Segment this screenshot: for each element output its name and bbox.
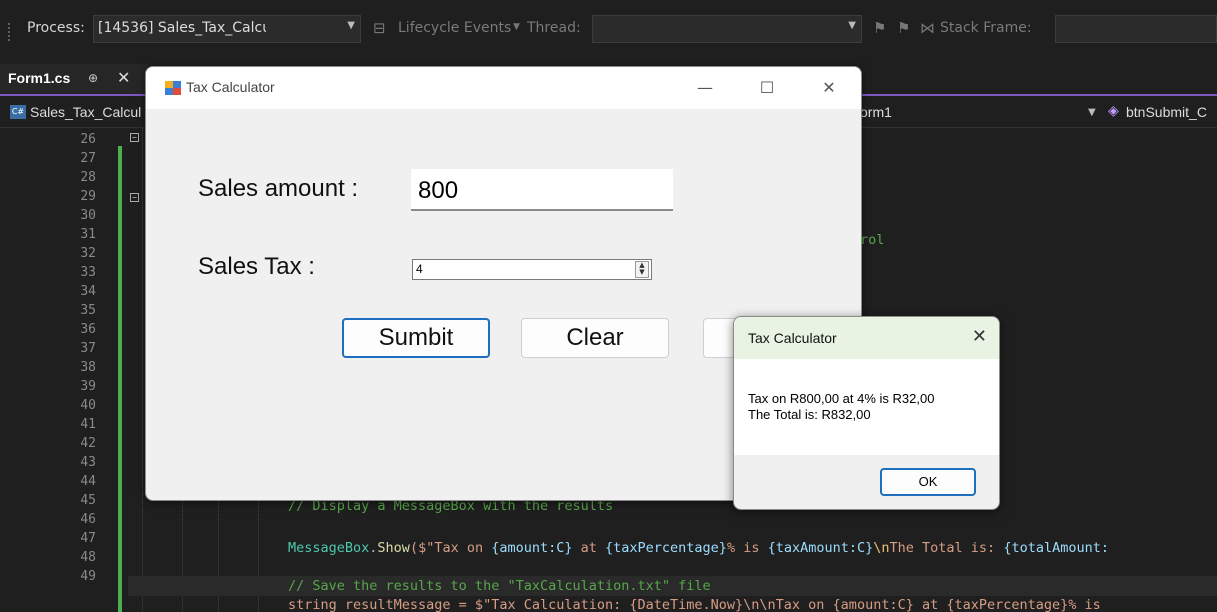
close-icon[interactable]: ✕: [117, 68, 130, 87]
dialog-titlebar[interactable]: Tax Calculator ✕: [734, 317, 999, 359]
sales-amount-input[interactable]: 800: [411, 169, 673, 211]
line-number: 44: [80, 474, 96, 489]
code-token: {totalAmount:: [1003, 540, 1109, 556]
thread-label: Thread:: [527, 20, 581, 36]
code-fragment: rol: [860, 232, 885, 248]
pin-icon[interactable]: ⊕: [88, 71, 98, 85]
line-number: 47: [80, 531, 96, 546]
line-number: 40: [80, 398, 96, 413]
csharp-icon: C#: [10, 105, 26, 119]
line-number: 36: [80, 322, 96, 337]
line-number: 37: [80, 341, 96, 356]
code-token: {amount:C}: [491, 540, 573, 556]
sales-amount-label: Sales amount :: [198, 175, 359, 202]
line-number: 31: [80, 227, 96, 242]
sales-tax-label: Sales Tax :: [198, 253, 315, 280]
app-icon: [165, 81, 181, 95]
code-token: MessageBox: [288, 540, 370, 556]
code-token: {taxAmount:C}: [767, 540, 874, 556]
stack-icon[interactable]: ⋈: [920, 19, 935, 37]
line-number: 33: [80, 265, 96, 280]
line-number: 32: [80, 246, 96, 261]
window-title: Tax Calculator: [186, 79, 275, 95]
toolbar-grip[interactable]: [7, 22, 11, 42]
fold-toggle[interactable]: −: [130, 193, 139, 202]
flag-icon[interactable]: ⚑: [873, 19, 886, 37]
code-token: at: [572, 540, 606, 556]
debug-toolbar: Process: [14536] Sales_Tax_Calculation_F…: [0, 0, 1217, 64]
line-number: 45: [80, 493, 96, 508]
maximize-button[interactable]: ☐: [752, 75, 782, 101]
minimize-button[interactable]: —: [690, 75, 720, 101]
project-dropdown[interactable]: Sales_Tax_Calcul: [30, 104, 141, 120]
code-token: The Total is:: [889, 540, 1004, 556]
line-number: 35: [80, 303, 96, 318]
dialog-title: Tax Calculator: [748, 330, 837, 346]
line-number: 29: [80, 189, 96, 204]
member-dropdown[interactable]: btnSubmit_C: [1126, 104, 1207, 120]
line-number: 46: [80, 512, 96, 527]
close-button[interactable]: ✕: [814, 75, 844, 101]
line-number: 30: [80, 208, 96, 223]
chevron-down-icon[interactable]: ▼: [1088, 107, 1096, 118]
spin-updown-icon[interactable]: ▲ ▼: [635, 261, 649, 278]
stack-frame-label: Stack Frame:: [940, 20, 1032, 36]
dialog-body: Tax on R800,00 at 4% is R32,00 The Total…: [734, 359, 999, 455]
lifecycle-events-label[interactable]: Lifecycle Events: [398, 20, 511, 36]
process-dropdown[interactable]: [14536] Sales_Tax_Calculation_Forr ▼: [93, 15, 361, 43]
tab-title: Form1.cs: [8, 70, 71, 86]
tab-form1-cs[interactable]: Form1.cs ⊕ ✕: [0, 64, 148, 94]
close-button[interactable]: ✕: [972, 326, 987, 347]
line-number: 26: [80, 132, 96, 147]
line-number: 38: [80, 360, 96, 375]
code-token: ($"Tax on: [409, 540, 492, 556]
code-token: Show: [377, 540, 410, 556]
method-icon: ◈: [1108, 103, 1119, 119]
chevron-down-icon[interactable]: ▼: [513, 22, 520, 32]
code-token: \n: [873, 540, 890, 556]
chevron-down-icon: ▼: [848, 20, 856, 31]
line-number: 42: [80, 436, 96, 451]
line-number: 48: [80, 550, 96, 565]
line-number: 43: [80, 455, 96, 470]
lifecycle-events-icon[interactable]: ⊟: [373, 19, 386, 37]
process-value: [14536] Sales_Tax_Calculation_Forr: [98, 20, 266, 36]
code-line-48: // Save the results to the "TaxCalculati…: [288, 578, 711, 594]
flag-all-icon[interactable]: ⚑: [897, 19, 910, 37]
sales-amount-value: 800: [418, 177, 459, 204]
line-number: 27: [80, 151, 96, 166]
sales-tax-value: 4: [416, 262, 423, 276]
class-dropdown[interactable]: orm1: [860, 104, 892, 120]
chevron-down-icon: ▼: [347, 20, 355, 31]
fold-toggle[interactable]: −: [130, 133, 139, 142]
code-token: % is: [726, 540, 768, 556]
stack-frame-dropdown[interactable]: [1055, 15, 1217, 43]
thread-dropdown[interactable]: ▼: [592, 15, 862, 43]
code-line-49: string resultMessage = $"Tax Calculation…: [288, 597, 1101, 612]
line-number: 34: [80, 284, 96, 299]
change-indicator: [118, 146, 122, 612]
line-number: 41: [80, 417, 96, 432]
clear-button[interactable]: Clear: [521, 318, 669, 358]
line-number: 28: [80, 170, 96, 185]
sales-tax-stepper[interactable]: 4 ▲ ▼: [412, 259, 652, 280]
submit-button[interactable]: Sumbit: [342, 318, 490, 358]
line-number: 49: [80, 569, 96, 584]
window-titlebar[interactable]: Tax Calculator — ☐ ✕: [146, 67, 861, 109]
message-line-1: Tax on R800,00 at 4% is R32,00: [748, 391, 935, 406]
indent-guide: [142, 128, 143, 612]
code-line-46: MessageBox.Show($"Tax on {amount:C} at {…: [288, 540, 1109, 556]
code-token: {taxPercentage}: [605, 540, 727, 556]
line-number: 39: [80, 379, 96, 394]
message-line-2: The Total is: R832,00: [748, 407, 871, 422]
ok-button[interactable]: OK: [880, 468, 976, 496]
process-label: Process:: [27, 20, 85, 36]
message-box-dialog: Tax Calculator ✕ Tax on R800,00 at 4% is…: [733, 316, 1000, 510]
